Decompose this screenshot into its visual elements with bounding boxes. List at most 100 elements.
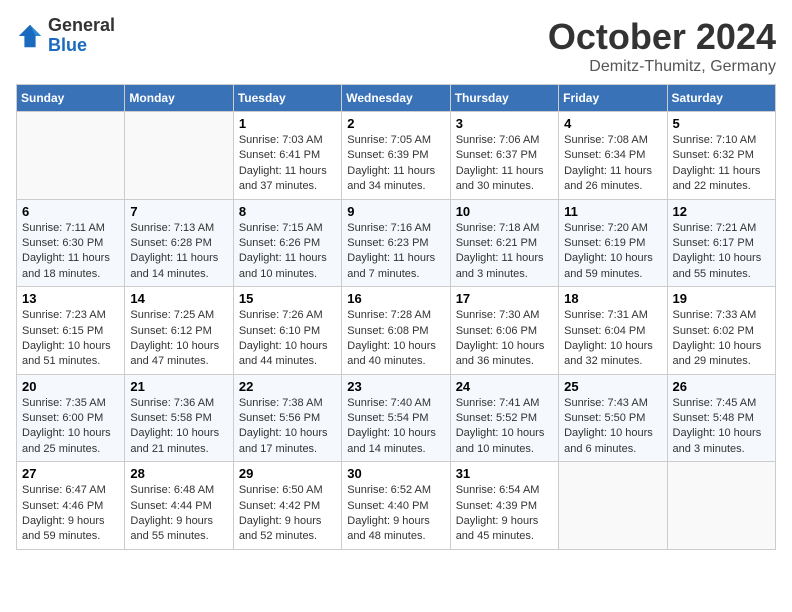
calendar-cell: 30 Sunrise: 6:52 AMSunset: 4:40 PMDayligh… bbox=[342, 462, 450, 550]
calendar-cell: 17Sunrise: 7:30 AMSunset: 6:06 PMDayligh… bbox=[450, 287, 558, 375]
calendar-cell bbox=[125, 112, 233, 200]
calendar-cell: 4Sunrise: 7:08 AMSunset: 6:34 PMDaylight… bbox=[559, 112, 667, 200]
calendar-cell: 10Sunrise: 7:18 AMSunset: 6:21 PMDayligh… bbox=[450, 199, 558, 287]
cell-info: Sunrise: 7:18 AMSunset: 6:21 PMDaylight:… bbox=[456, 221, 553, 283]
cell-info: Sunrise: 7:40 AMSunset: 5:54 PMDaylight:… bbox=[347, 396, 444, 458]
cell-info: Sunrise: 7:15 AMSunset: 6:26 PMDaylight:… bbox=[239, 221, 336, 283]
day-number: 20 bbox=[22, 379, 119, 394]
day-number: 2 bbox=[347, 116, 444, 131]
day-number: 23 bbox=[347, 379, 444, 394]
logo-general-text: General bbox=[48, 15, 115, 35]
weekday-header-row: SundayMondayTuesdayWednesdayThursdayFrid… bbox=[17, 85, 776, 112]
day-number: 30 bbox=[347, 466, 444, 481]
day-number: 14 bbox=[130, 291, 227, 306]
day-number: 4 bbox=[564, 116, 661, 131]
cell-info: Sunrise: 7:06 AMSunset: 6:37 PMDaylight:… bbox=[456, 133, 553, 195]
cell-info: Sunrise: 7:41 AMSunset: 5:52 PMDaylight:… bbox=[456, 396, 553, 458]
day-number: 21 bbox=[130, 379, 227, 394]
cell-info: Sunrise: 7:13 AMSunset: 6:28 PMDaylight:… bbox=[130, 221, 227, 283]
day-number: 22 bbox=[239, 379, 336, 394]
day-number: 12 bbox=[673, 204, 770, 219]
calendar-cell: 22 Sunrise: 7:38 AMSunset: 5:56 PMDayligh… bbox=[233, 374, 341, 462]
calendar-cell: 24 Sunrise: 7:41 AMSunset: 5:52 PMDayligh… bbox=[450, 374, 558, 462]
cell-info: Sunrise: 7:33 AMSunset: 6:02 PMDaylight:… bbox=[673, 308, 770, 370]
cell-info: Sunrise: 6:48 AMSunset: 4:44 PMDaylight:… bbox=[130, 483, 227, 545]
cell-info: Sunrise: 7:28 AMSunset: 6:08 PMDaylight:… bbox=[347, 308, 444, 370]
day-number: 29 bbox=[239, 466, 336, 481]
day-number: 25 bbox=[564, 379, 661, 394]
day-number: 27 bbox=[22, 466, 119, 481]
cell-info: Sunrise: 7:25 AMSunset: 6:12 PMDaylight:… bbox=[130, 308, 227, 370]
day-number: 18 bbox=[564, 291, 661, 306]
cell-info: Sunrise: 7:20 AMSunset: 6:19 PMDaylight:… bbox=[564, 221, 661, 283]
day-number: 15 bbox=[239, 291, 336, 306]
cell-info: Sunrise: 6:50 AMSunset: 4:42 PMDaylight:… bbox=[239, 483, 336, 545]
cell-info: Sunrise: 7:45 AMSunset: 5:48 PMDaylight:… bbox=[673, 396, 770, 458]
calendar-cell: 19Sunrise: 7:33 AMSunset: 6:02 PMDayligh… bbox=[667, 287, 775, 375]
cell-info: Sunrise: 7:03 AMSunset: 6:41 PMDaylight:… bbox=[239, 133, 336, 195]
calendar-cell: 6 Sunrise: 7:11 AMSunset: 6:30 PMDaylight… bbox=[17, 199, 125, 287]
cell-info: Sunrise: 7:21 AMSunset: 6:17 PMDaylight:… bbox=[673, 221, 770, 283]
cell-info: Sunrise: 7:36 AMSunset: 5:58 PMDaylight:… bbox=[130, 396, 227, 458]
logo-icon bbox=[16, 22, 44, 50]
calendar-cell: 28Sunrise: 6:48 AMSunset: 4:44 PMDayligh… bbox=[125, 462, 233, 550]
cell-info: Sunrise: 6:52 AMSunset: 4:40 PMDaylight:… bbox=[347, 483, 444, 545]
calendar-cell bbox=[17, 112, 125, 200]
cell-info: Sunrise: 7:10 AMSunset: 6:32 PMDaylight:… bbox=[673, 133, 770, 195]
cell-info: Sunrise: 7:11 AMSunset: 6:30 PMDaylight:… bbox=[22, 221, 119, 283]
day-number: 5 bbox=[673, 116, 770, 131]
calendar-cell: 11 Sunrise: 7:20 AMSunset: 6:19 PMDayligh… bbox=[559, 199, 667, 287]
weekday-header-wednesday: Wednesday bbox=[342, 85, 450, 112]
day-number: 1 bbox=[239, 116, 336, 131]
cell-info: Sunrise: 7:38 AMSunset: 5:56 PMDaylight:… bbox=[239, 396, 336, 458]
calendar-cell: 18 Sunrise: 7:31 AMSunset: 6:04 PMDayligh… bbox=[559, 287, 667, 375]
calendar-cell: 25Sunrise: 7:43 AMSunset: 5:50 PMDayligh… bbox=[559, 374, 667, 462]
cell-info: Sunrise: 7:23 AMSunset: 6:15 PMDaylight:… bbox=[22, 308, 119, 370]
weekday-header-sunday: Sunday bbox=[17, 85, 125, 112]
calendar-cell: 13 Sunrise: 7:23 AMSunset: 6:15 PMDayligh… bbox=[17, 287, 125, 375]
week-row-1: 1 Sunrise: 7:03 AMSunset: 6:41 PMDaylight… bbox=[17, 112, 776, 200]
day-number: 6 bbox=[22, 204, 119, 219]
day-number: 11 bbox=[564, 204, 661, 219]
cell-info: Sunrise: 7:26 AMSunset: 6:10 PMDaylight:… bbox=[239, 308, 336, 370]
calendar-cell: 31Sunrise: 6:54 AMSunset: 4:39 PMDayligh… bbox=[450, 462, 558, 550]
cell-info: Sunrise: 7:31 AMSunset: 6:04 PMDaylight:… bbox=[564, 308, 661, 370]
calendar-cell: 14 Sunrise: 7:25 AMSunset: 6:12 PMDayligh… bbox=[125, 287, 233, 375]
week-row-2: 6 Sunrise: 7:11 AMSunset: 6:30 PMDaylight… bbox=[17, 199, 776, 287]
weekday-header-friday: Friday bbox=[559, 85, 667, 112]
week-row-5: 27Sunrise: 6:47 AMSunset: 4:46 PMDayligh… bbox=[17, 462, 776, 550]
cell-info: Sunrise: 7:30 AMSunset: 6:06 PMDaylight:… bbox=[456, 308, 553, 370]
weekday-header-saturday: Saturday bbox=[667, 85, 775, 112]
calendar-cell: 12 Sunrise: 7:21 AMSunset: 6:17 PMDayligh… bbox=[667, 199, 775, 287]
day-number: 3 bbox=[456, 116, 553, 131]
calendar-cell: 3 Sunrise: 7:06 AMSunset: 6:37 PMDaylight… bbox=[450, 112, 558, 200]
calendar-cell: 16Sunrise: 7:28 AMSunset: 6:08 PMDayligh… bbox=[342, 287, 450, 375]
calendar-cell: 1 Sunrise: 7:03 AMSunset: 6:41 PMDaylight… bbox=[233, 112, 341, 200]
calendar-cell: 27Sunrise: 6:47 AMSunset: 4:46 PMDayligh… bbox=[17, 462, 125, 550]
logo-blue-text: Blue bbox=[48, 35, 87, 55]
day-number: 24 bbox=[456, 379, 553, 394]
calendar-cell: 2Sunrise: 7:05 AMSunset: 6:39 PMDaylight… bbox=[342, 112, 450, 200]
day-number: 8 bbox=[239, 204, 336, 219]
weekday-header-monday: Monday bbox=[125, 85, 233, 112]
weekday-header-tuesday: Tuesday bbox=[233, 85, 341, 112]
calendar-cell: 8 Sunrise: 7:15 AMSunset: 6:26 PMDaylight… bbox=[233, 199, 341, 287]
calendar-cell: 26 Sunrise: 7:45 AMSunset: 5:48 PMDayligh… bbox=[667, 374, 775, 462]
calendar-cell bbox=[559, 462, 667, 550]
calendar-cell bbox=[667, 462, 775, 550]
day-number: 7 bbox=[130, 204, 227, 219]
month-title: October 2024 bbox=[548, 16, 776, 58]
day-number: 26 bbox=[673, 379, 770, 394]
day-number: 9 bbox=[347, 204, 444, 219]
day-number: 31 bbox=[456, 466, 553, 481]
cell-info: Sunrise: 7:16 AMSunset: 6:23 PMDaylight:… bbox=[347, 221, 444, 283]
calendar-cell: 9 Sunrise: 7:16 AMSunset: 6:23 PMDaylight… bbox=[342, 199, 450, 287]
calendar-table: SundayMondayTuesdayWednesdayThursdayFrid… bbox=[16, 84, 776, 550]
calendar-cell: 7 Sunrise: 7:13 AMSunset: 6:28 PMDaylight… bbox=[125, 199, 233, 287]
day-number: 13 bbox=[22, 291, 119, 306]
calendar-cell: 29 Sunrise: 6:50 AMSunset: 4:42 PMDayligh… bbox=[233, 462, 341, 550]
page-header: General Blue October 2024 Demitz-Thumitz… bbox=[16, 16, 776, 76]
location-subtitle: Demitz-Thumitz, Germany bbox=[548, 58, 776, 76]
weekday-header-thursday: Thursday bbox=[450, 85, 558, 112]
logo: General Blue bbox=[16, 16, 115, 56]
